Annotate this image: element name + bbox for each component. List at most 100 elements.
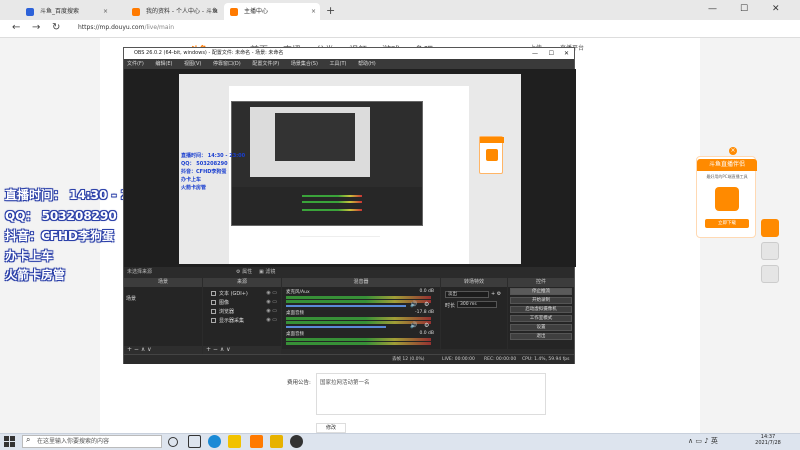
overlay-douyin: 抖音：CFHD李狗蛋	[5, 229, 115, 243]
nested-mixer	[232, 187, 422, 225]
tab-profile[interactable]: 我的资料 - 个人中心 - 斗鱼 ×	[126, 3, 222, 20]
visibility-eye-icon[interactable]: ◉ ▭	[266, 317, 277, 323]
mixer-channel-name: 桌面音频	[286, 311, 304, 316]
nested-meter	[302, 195, 362, 197]
stop-streaming-button[interactable]: 停止推流	[510, 288, 572, 295]
scenes-list: 场景	[124, 287, 202, 349]
ad-download-button[interactable]: 立即下载	[705, 219, 749, 228]
obs-preview[interactable]: 直播时间： 14:30 - 23:00 QQ： 503208290 抖音：CFH…	[124, 69, 576, 267]
exit-button[interactable]: 退出	[510, 333, 572, 340]
close-tab-icon[interactable]: ×	[103, 3, 108, 20]
maximize-button[interactable]: ☐	[740, 4, 748, 14]
forward-button[interactable]: →	[32, 22, 40, 33]
clock-date: 2021/7/28	[755, 440, 781, 446]
mixer-channel-db: 0.0 dB	[419, 289, 434, 294]
scenes-toolbar[interactable]: + − ∧ ∨	[124, 346, 202, 354]
visibility-eye-icon[interactable]: ◉ ▭	[266, 290, 277, 296]
edit-button[interactable]: 修改	[316, 423, 346, 433]
source-item[interactable]: 文本 (GDI+)	[211, 290, 248, 297]
start-recording-button[interactable]: 开始录制	[510, 297, 572, 304]
url-field[interactable]: https://mp.douyu.com/live/main	[78, 24, 174, 31]
cortana-icon[interactable]	[168, 437, 178, 447]
menu-tools[interactable]: 工具(T)	[330, 61, 347, 67]
obs-menubar: 文件(F) 编辑(E) 视图(V) 停靠窗口(D) 配置文件(P) 场景集合(S…	[124, 59, 574, 69]
menu-edit[interactable]: 编辑(E)	[155, 61, 172, 67]
menu-docks[interactable]: 停靠窗口(D)	[213, 61, 241, 67]
obs-window: OBS 26.0.2 (64-bit, windows) - 配置文件: 未命名…	[123, 47, 576, 364]
douyu-app-icon[interactable]	[250, 435, 263, 448]
volume-meter	[286, 317, 431, 320]
windows-start-icon[interactable]	[4, 436, 15, 447]
tab-label: 我的资料 - 个人中心 - 斗鱼	[146, 8, 218, 15]
douyu-logo-icon	[715, 187, 739, 211]
filters-button[interactable]: ▣ 滤镜	[259, 267, 275, 278]
taskbar-search[interactable]: 在这里输入你要搜索的内容	[22, 435, 162, 448]
task-view-icon[interactable]	[188, 435, 201, 448]
source-item[interactable]: 显示器采集	[211, 317, 244, 324]
mixer-dock-header: 混音器	[282, 278, 440, 287]
menu-help[interactable]: 帮助(H)	[358, 61, 376, 67]
transitions-panel: 淡出 + ⚙ 时长 300 ms	[441, 287, 507, 349]
transition-add-icon[interactable]: + ⚙	[491, 291, 501, 297]
close-window-button[interactable]: ✕	[772, 4, 780, 14]
menu-file[interactable]: 文件(F)	[127, 61, 144, 67]
obs-minimize-button[interactable]: —	[532, 48, 538, 59]
overlay-card: 办卡上车	[5, 249, 54, 263]
file-explorer-icon[interactable]	[228, 435, 241, 448]
volume-slider[interactable]	[286, 305, 406, 307]
edge-icon[interactable]	[208, 435, 221, 448]
menu-view[interactable]: 视图(V)	[184, 61, 201, 67]
side-app-icon[interactable]	[761, 265, 779, 283]
tab-baidu-search[interactable]: 斗鱼_百度搜索 ×	[20, 3, 112, 20]
virtual-camera-button[interactable]: 启动虚拟摄像机	[510, 306, 572, 313]
speaker-icon[interactable]: 🔊	[410, 322, 417, 329]
fee-notice-label: 费用公告:	[287, 380, 311, 386]
tab-label: 斗鱼_百度搜索	[40, 8, 80, 15]
scene-item[interactable]: 场景	[126, 295, 136, 302]
new-tab-button[interactable]: +	[326, 4, 335, 17]
menu-scene-collection[interactable]: 场景集合(S)	[291, 61, 318, 67]
obs-titlebar: OBS 26.0.2 (64-bit, windows) - 配置文件: 未命名…	[124, 48, 574, 59]
source-item[interactable]: 图像	[211, 299, 229, 306]
system-tray[interactable]: ∧ ▭ ♪ 英	[688, 436, 718, 446]
ad-subtitle: 最好用的PC端直播工具	[706, 174, 748, 179]
properties-button[interactable]: ⚙ 属性	[236, 267, 252, 278]
ad-close-button[interactable]: ×	[729, 147, 737, 155]
assistant-ad[interactable]: 斗鱼直播伴侣 最好用的PC端直播工具 立即下载	[696, 156, 757, 238]
speaker-icon[interactable]: 🔊	[410, 301, 417, 308]
overlay-rocket: 火箭卡房管	[5, 268, 66, 282]
controls-panel: 停止推流 开始录制 启动虚拟摄像机 工作室模式 设置 退出	[508, 287, 574, 349]
url-host: https://mp.douyu.com	[78, 24, 145, 31]
minimize-button[interactable]: —	[708, 4, 717, 14]
close-tab-icon[interactable]: ×	[213, 3, 218, 20]
volume-slider[interactable]	[286, 326, 386, 328]
sources-toolbar[interactable]: + − ∧ ∨	[203, 346, 281, 354]
side-home-icon[interactable]	[761, 242, 779, 260]
taskbar-clock[interactable]: 14:37 2021/7/28	[748, 434, 788, 446]
duration-input[interactable]: 300 ms	[457, 301, 497, 308]
obs-app-icon[interactable]	[290, 435, 303, 448]
obs-source-toolbar: 未选择来源 ⚙ 属性 ▣ 滤镜	[124, 267, 574, 278]
visibility-eye-icon[interactable]: ◉ ▭	[266, 308, 277, 314]
transition-select[interactable]: 淡出	[445, 291, 489, 298]
settings-button[interactable]: 设置	[510, 324, 572, 331]
obs-maximize-button[interactable]: ☐	[549, 48, 554, 59]
studio-mode-button[interactable]: 工作室模式	[510, 315, 572, 322]
app-g-icon[interactable]	[270, 435, 283, 448]
source-label: 显示器采集	[219, 318, 245, 324]
sources-toolbar-glyphs: + − ∧ ∨	[206, 346, 231, 353]
visibility-eye-icon[interactable]: ◉ ▭	[266, 299, 277, 305]
side-float-icon[interactable]	[761, 219, 779, 237]
source-item[interactable]: 浏览器	[211, 308, 234, 315]
menu-profile[interactable]: 配置文件(P)	[252, 61, 279, 67]
tab-streamer-center[interactable]: 主播中心 ×	[224, 3, 320, 20]
douyu-icon	[132, 8, 140, 16]
mixer-settings-icon[interactable]: ⚙	[424, 322, 429, 329]
scenes-dock-header: 场景	[124, 278, 202, 287]
mixer-settings-icon[interactable]: ⚙	[424, 301, 429, 308]
refresh-button[interactable]: ↻	[52, 22, 60, 33]
obs-close-button[interactable]: ✕	[564, 48, 569, 59]
back-button[interactable]: ←	[12, 22, 20, 33]
nested-meter	[302, 209, 362, 211]
close-tab-icon[interactable]: ×	[311, 3, 316, 20]
